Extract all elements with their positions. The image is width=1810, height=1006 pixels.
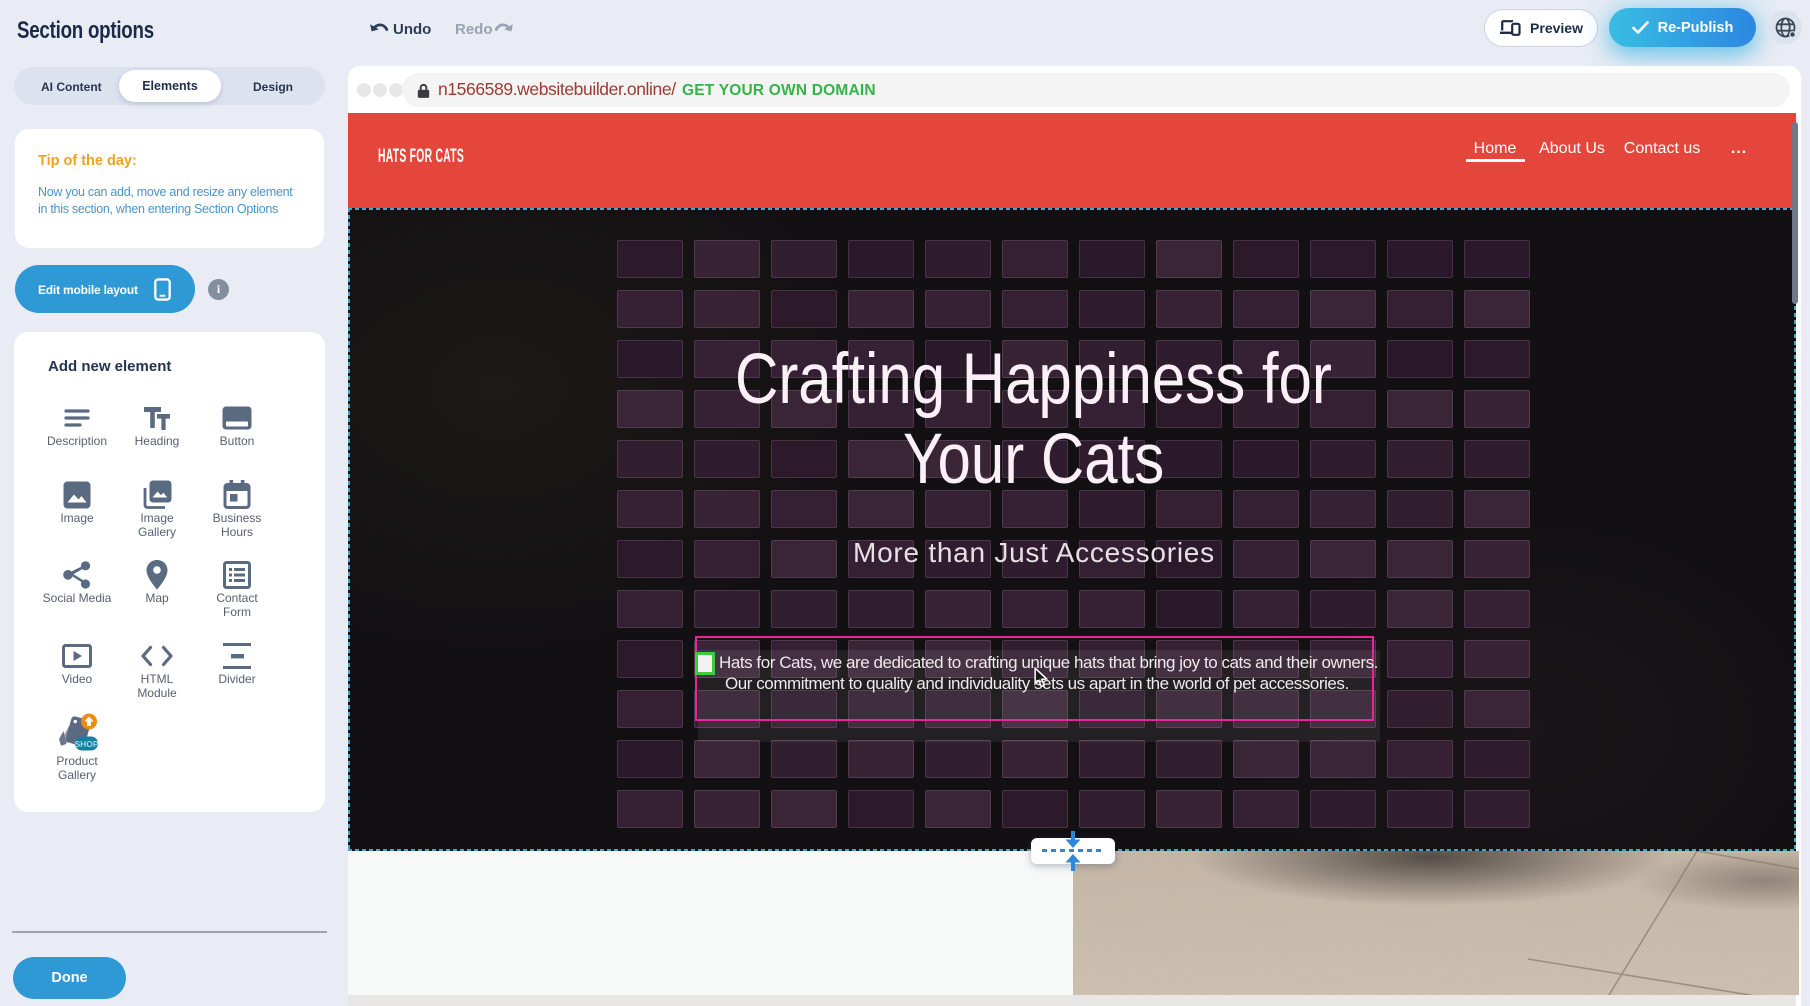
svg-text:SHOP: SHOP	[74, 739, 98, 749]
